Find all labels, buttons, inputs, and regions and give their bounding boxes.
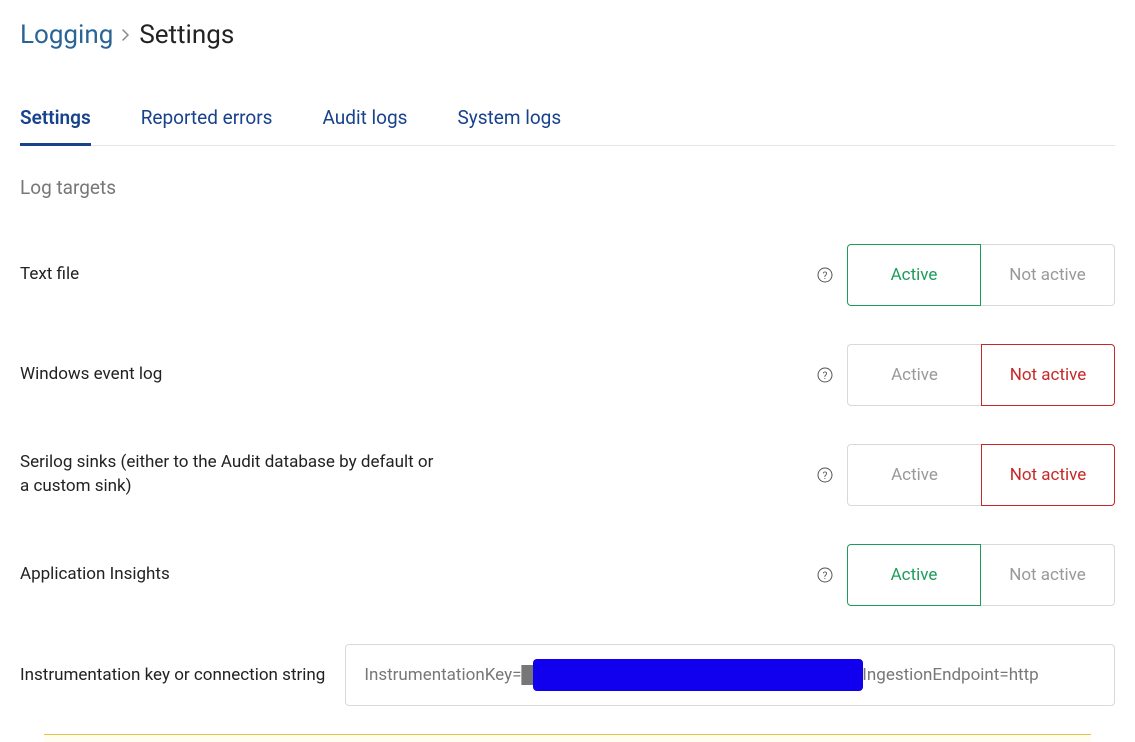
setting-row-serilog-sinks: Serilog sinks (either to the Audit datab… xyxy=(20,444,1115,506)
setting-label: Windows event log xyxy=(20,363,162,387)
toggle-group: Active Not active xyxy=(847,544,1115,606)
setting-label: Application Insights xyxy=(20,563,170,587)
tab-reported-errors[interactable]: Reported errors xyxy=(141,106,273,146)
tab-system-logs[interactable]: System logs xyxy=(457,106,561,146)
setting-row-text-file: Text file ? Active Not active xyxy=(20,244,1115,306)
not-active-button[interactable]: Not active xyxy=(981,544,1115,606)
active-button[interactable]: Active xyxy=(847,344,981,406)
not-active-button[interactable]: Not active xyxy=(981,344,1115,406)
help-icon[interactable]: ? xyxy=(817,267,833,283)
active-button[interactable]: Active xyxy=(847,544,981,606)
instrumentation-input[interactable] xyxy=(345,644,1115,706)
toggle-group: Active Not active xyxy=(847,344,1115,406)
not-active-button[interactable]: Not active xyxy=(981,244,1115,306)
setting-row-instrumentation-key: Instrumentation key or connection string xyxy=(20,644,1115,706)
active-button[interactable]: Active xyxy=(847,244,981,306)
toggle-group: Active Not active xyxy=(847,244,1115,306)
instrumentation-label: Instrumentation key or connection string xyxy=(20,665,325,685)
svg-text:?: ? xyxy=(823,471,828,482)
breadcrumb-parent-link[interactable]: Logging xyxy=(20,20,113,50)
tab-settings[interactable]: Settings xyxy=(20,106,91,146)
setting-row-windows-event-log: Windows event log ? Active Not active xyxy=(20,344,1115,406)
tab-audit-logs[interactable]: Audit logs xyxy=(322,106,407,146)
breadcrumb: Logging Settings xyxy=(20,20,1115,50)
svg-text:?: ? xyxy=(823,571,828,582)
svg-text:?: ? xyxy=(823,271,828,282)
breadcrumb-current: Settings xyxy=(139,20,234,50)
chevron-right-icon xyxy=(121,23,131,47)
setting-label: Text file xyxy=(20,263,79,287)
setting-label: Serilog sinks (either to the Audit datab… xyxy=(20,451,440,499)
section-title-log-targets: Log targets xyxy=(20,176,1115,199)
toggle-group: Active Not active xyxy=(847,444,1115,506)
help-icon[interactable]: ? xyxy=(817,467,833,483)
active-button[interactable]: Active xyxy=(847,444,981,506)
help-icon[interactable]: ? xyxy=(817,567,833,583)
setting-row-application-insights: Application Insights ? Active Not active xyxy=(20,544,1115,606)
tabs: Settings Reported errors Audit logs Syst… xyxy=(20,105,1115,146)
not-active-button[interactable]: Not active xyxy=(981,444,1115,506)
help-icon[interactable]: ? xyxy=(817,367,833,383)
svg-text:?: ? xyxy=(823,371,828,382)
